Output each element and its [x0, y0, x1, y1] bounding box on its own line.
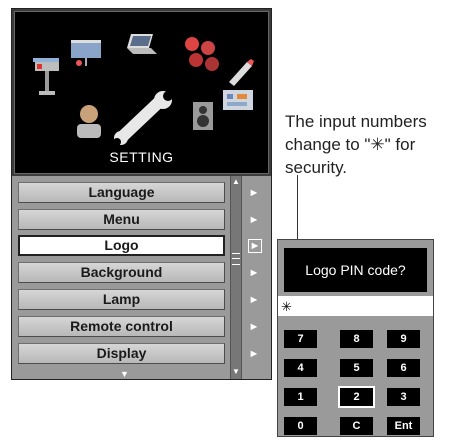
- logo-pin-dialog: Logo PIN code? ✳ 7 8 9 4 5 6 1 2 3 0 C E…: [277, 239, 434, 437]
- setting-icon-panel: SETTING: [14, 11, 269, 174]
- pencil-icon: [229, 59, 254, 86]
- key-6[interactable]: 6: [387, 359, 420, 377]
- wrench-icon: [113, 91, 173, 146]
- key-0[interactable]: 0: [284, 417, 317, 435]
- key-2[interactable]: 2: [338, 386, 375, 408]
- menu-item-lamp[interactable]: Lamp: [18, 289, 225, 310]
- key-enter[interactable]: Ent: [387, 417, 420, 435]
- laptop-icon: [127, 34, 157, 54]
- menu-title: SETTING: [109, 149, 174, 165]
- menu-item-menu[interactable]: Menu: [18, 209, 225, 230]
- key-3[interactable]: 3: [387, 388, 420, 406]
- menu-item-display[interactable]: Display: [18, 343, 225, 364]
- chevron-right-icon[interactable]: ►: [247, 186, 261, 200]
- pin-dialog-title: Logo PIN code?: [284, 248, 427, 292]
- pin-input-field[interactable]: ✳: [278, 296, 433, 316]
- chevron-right-icon[interactable]: ►: [247, 266, 261, 280]
- tools-icon: [223, 90, 253, 110]
- key-7[interactable]: 7: [284, 330, 317, 348]
- projector-stand-icon: [33, 58, 59, 95]
- screen-icon: [71, 40, 101, 66]
- speaker-icon: [193, 102, 213, 130]
- chevron-right-icon[interactable]: ►: [247, 293, 261, 307]
- setting-item-list: Language Menu Logo Background Lamp Remot…: [12, 176, 271, 379]
- key-clear[interactable]: C: [340, 417, 373, 435]
- scroll-thumb[interactable]: [232, 253, 240, 265]
- menu-item-remote-control[interactable]: Remote control: [18, 316, 225, 337]
- dots-icon: [185, 37, 219, 71]
- chevron-right-icon[interactable]: ►: [247, 347, 261, 361]
- key-5[interactable]: 5: [340, 359, 373, 377]
- key-1[interactable]: 1: [284, 388, 317, 406]
- menu-item-background[interactable]: Background: [18, 262, 225, 283]
- chevron-right-icon-selected[interactable]: ►: [248, 239, 262, 253]
- more-items-down-icon: ▼: [120, 369, 129, 379]
- security-annotation: The input numbers change to "✳" for secu…: [285, 112, 427, 177]
- chevron-right-icon[interactable]: ►: [247, 213, 261, 227]
- person-icon: [77, 105, 101, 138]
- menu-scrollbar[interactable]: ▲ ▼: [230, 176, 242, 379]
- menu-item-language[interactable]: Language: [18, 182, 225, 203]
- key-4[interactable]: 4: [284, 359, 317, 377]
- menu-item-logo[interactable]: Logo: [18, 235, 225, 256]
- setting-menu-window: SETTING Language Menu Logo Background La…: [11, 8, 272, 380]
- chevron-right-icon[interactable]: ►: [247, 320, 261, 334]
- scroll-up-icon[interactable]: ▲: [231, 177, 241, 187]
- key-9[interactable]: 9: [387, 330, 420, 348]
- key-8[interactable]: 8: [340, 330, 373, 348]
